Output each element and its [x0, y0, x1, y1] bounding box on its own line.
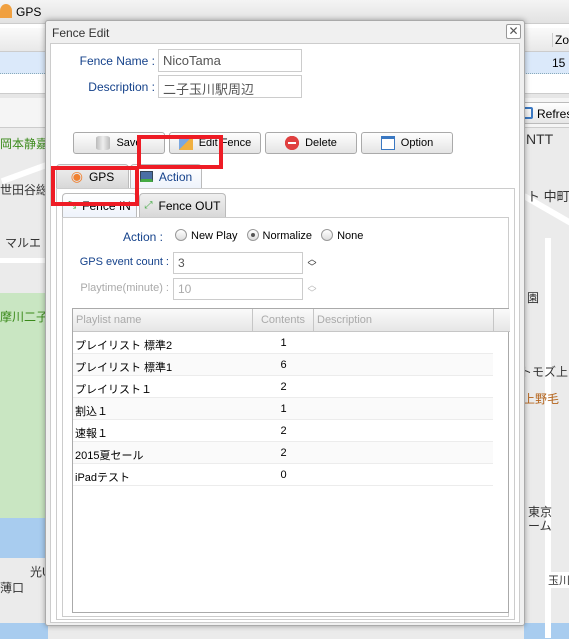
database-icon: [96, 136, 111, 150]
table-row[interactable]: プレイリスト 標準2 1: [73, 332, 493, 354]
playlist-table: Playlist name Contents Description プレイリス…: [72, 308, 510, 613]
map-label: 玉川: [548, 572, 569, 588]
playlist-name-cell: iPadテスト: [75, 472, 131, 484]
map-label: マルエ: [5, 236, 42, 250]
option-label: Option: [400, 137, 434, 149]
dialog-body: Fence Name : NicoTama Description : 二子玉川…: [50, 43, 520, 623]
radio-checked-icon: [246, 229, 259, 241]
delete-label: Delete: [305, 137, 337, 149]
window-icon: [380, 136, 395, 150]
tab-action-label: Action: [158, 169, 193, 184]
radio-label: New Play: [191, 230, 238, 242]
chevron-down-icon: ﹀: [307, 262, 317, 272]
radio-icon: [321, 229, 334, 241]
option-button[interactable]: Option: [361, 132, 453, 154]
radio-new-play[interactable]: New Play: [175, 229, 238, 242]
fence-edit-dialog: Fence Edit ✕ Fence Name : NicoTama Descr…: [45, 20, 525, 626]
contents-cell: 0: [280, 469, 287, 481]
contents-cell: 1: [280, 403, 287, 415]
highlight-box-fence-in-tab: [51, 166, 139, 206]
playlist-name-cell: プレイリスト 標準1: [75, 362, 173, 374]
chevron-down-icon: ﹀: [307, 288, 317, 298]
map-label: NTT: [526, 131, 554, 147]
table-row[interactable]: プレイリスト 標準1 6: [73, 354, 493, 376]
playtime-input[interactable]: 10: [173, 278, 303, 300]
refresh-label: Refres: [537, 107, 569, 121]
map-label: ト 中町: [527, 189, 569, 204]
column-contents[interactable]: Contents: [253, 309, 314, 332]
fence-in-panel: Action : New Play Normalize None GPS eve…: [62, 217, 510, 617]
contents-cell: 6: [280, 359, 287, 371]
action-radio-group: New Play Normalize None: [175, 229, 363, 242]
map-label: 上野毛: [523, 392, 560, 406]
contents-cell: 2: [280, 381, 287, 393]
app-title: GPS: [16, 5, 42, 19]
table-row[interactable]: プレイリスト１ 2: [73, 376, 493, 398]
map-label: トモズ上: [520, 365, 569, 379]
action-tab-panel: ⤡ Fence IN ⤢ Fence OUT Action : New Play N…: [56, 188, 515, 620]
radio-label: None: [337, 230, 364, 242]
close-button[interactable]: ✕: [506, 24, 521, 39]
delete-icon: [285, 136, 300, 150]
table-row[interactable]: 速報１ 2: [73, 420, 493, 442]
playlist-name-cell: 2015夏セール: [75, 450, 144, 462]
column-scroll-spacer: [494, 309, 510, 332]
contents-cell: 1: [280, 337, 287, 349]
fence-out-icon: ⤢: [144, 200, 153, 211]
map-label: 岡本静嘉: [0, 137, 49, 151]
radio-icon: [175, 229, 187, 241]
map-label: 摩川二子: [0, 310, 49, 324]
fence-name-label: Fence Name :: [79, 54, 155, 68]
radio-none[interactable]: None: [321, 229, 364, 242]
contents-cell: 2: [280, 447, 287, 459]
radio-normalize[interactable]: Normalize: [246, 229, 313, 242]
delete-button[interactable]: Delete: [265, 132, 357, 154]
tab-fence-out-label: Fence OUT: [158, 198, 221, 213]
highlight-box-action-tab: [137, 135, 223, 169]
playlist-name-cell: 速報１: [75, 428, 108, 440]
refresh-button[interactable]: Refres: [518, 102, 569, 124]
playlist-name-cell: 割込１: [75, 406, 108, 418]
table-row[interactable]: 割込１ 1: [73, 398, 493, 420]
gps-event-count-label: GPS event count :: [79, 256, 169, 268]
playtime-label: Playtime(minute) :: [80, 282, 169, 294]
monitor-arrow-icon: [139, 171, 153, 182]
zoom-cell: 15: [552, 56, 566, 70]
tab-fence-out[interactable]: ⤢ Fence OUT: [139, 193, 226, 217]
playtime-spinner: ︿ ﹀: [307, 281, 317, 298]
close-icon: ✕: [508, 24, 519, 38]
column-playlist-name[interactable]: Playlist name: [73, 309, 253, 332]
table-row[interactable]: iPadテスト 0: [73, 464, 493, 486]
fence-name-input[interactable]: NicoTama: [158, 49, 302, 72]
gps-count-spinner[interactable]: ︿ ﹀: [307, 255, 317, 272]
map-label: 薄口: [0, 581, 25, 595]
playlist-name-cell: プレイリスト 標準2: [75, 340, 173, 352]
gps-app-icon: [0, 4, 12, 18]
action-label: Action :: [122, 230, 163, 244]
column-zoom[interactable]: Zo: [552, 33, 569, 47]
description-label: Description :: [88, 80, 155, 94]
column-description[interactable]: Description: [314, 309, 494, 332]
description-input[interactable]: 二子玉川駅周辺: [158, 75, 302, 98]
contents-cell: 2: [280, 425, 287, 437]
radio-label: Normalize: [262, 230, 313, 242]
table-row[interactable]: 2015夏セール 2: [73, 442, 493, 464]
gps-event-count-input[interactable]: 3: [173, 252, 303, 274]
map-label: ーム: [528, 519, 552, 533]
playlist-name-cell: プレイリスト１: [75, 384, 152, 396]
dialog-title: Fence Edit: [52, 26, 110, 40]
map-label: 園: [527, 291, 540, 305]
